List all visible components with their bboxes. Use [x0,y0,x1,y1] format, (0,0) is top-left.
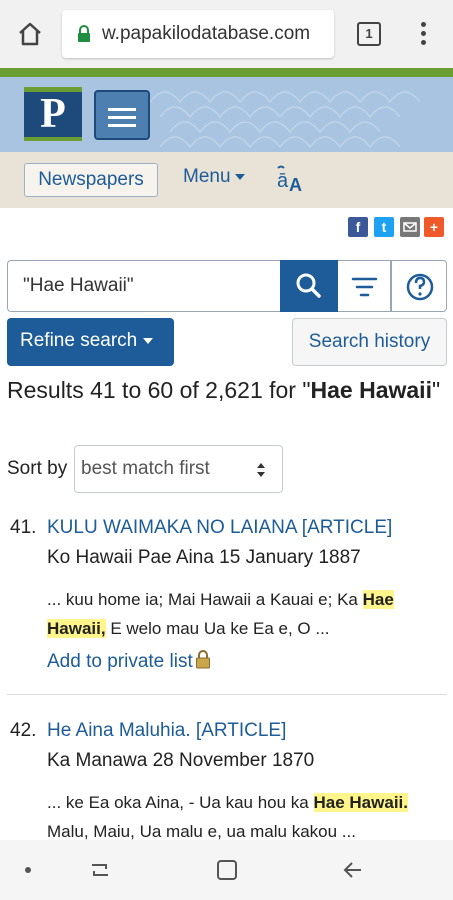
results-heading-prefix: Results 41 to 60 of 2,621 for " [7,377,311,403]
back-icon[interactable] [341,858,365,882]
refine-search-button[interactable]: Refine search [7,318,174,366]
results-heading-term: Hae Hawaii [310,377,432,403]
brand-stripe [0,68,453,77]
result-snippet: ... kuu home ia; Mai Hawaii a Kauai e; K… [47,585,442,643]
sort-selected-value: best match first [81,458,210,479]
home-icon[interactable] [16,20,44,48]
refine-search-label: Refine search [20,330,138,351]
select-arrows-icon [257,463,265,477]
filter-button[interactable] [338,260,391,312]
caret-down-icon [234,173,245,180]
result-title-link[interactable]: He Aina Maluhia. [ARTICLE] [47,720,286,742]
svg-text:A: A [289,175,302,195]
sort-label: Sort by [7,458,68,479]
site-header: P [0,77,453,152]
help-icon [406,273,434,301]
snippet-text: E welo mau Ua ke Ea e, O ... [105,619,330,638]
snippet-text: ... kuu home ia; Mai Hawaii a Kauai e; K… [47,590,363,609]
snippet-text: ... ke Ea oka Aina, - Ua kau hou ka [47,793,314,812]
add-to-private-list-label: Add to private list [47,651,193,672]
search-button[interactable] [280,260,338,312]
sort-select[interactable]: best match first [74,445,283,493]
dot-icon [25,867,31,873]
nav-bar: Newspapers Menu ā A [0,152,453,208]
twitter-icon[interactable]: t [374,217,394,237]
android-nav-bar [0,840,453,900]
padlock-icon [195,650,210,669]
result-source: Ka Manawa 28 November 1870 [47,750,315,771]
results-heading-suffix: " [431,377,441,403]
recent-apps-icon[interactable] [88,858,112,882]
language-icon[interactable]: ā A [275,163,307,195]
snippet-highlight: Hae Hawaii. [313,793,408,812]
result-title-link[interactable]: KULU WAIMAKA NO LAIANA [ARTICLE] [47,517,392,539]
search-history-button[interactable]: Search history [292,318,447,366]
tabs-icon[interactable]: 1 [357,22,381,46]
add-to-private-list-link[interactable]: Add to private list [47,650,211,673]
hamburger-icon[interactable] [94,90,150,140]
browser-toolbar: w.papakilodatabase.com 1 [0,0,453,68]
search-input[interactable] [7,260,280,312]
lock-icon [78,25,90,42]
result-source: Ko Hawaii Pae Aina 15 January 1887 [47,547,361,568]
address-bar[interactable]: w.papakilodatabase.com [62,10,334,58]
divider [7,694,447,695]
search-icon [296,273,321,298]
email-icon[interactable] [400,217,420,237]
home-square-icon[interactable] [215,858,239,882]
facebook-icon[interactable]: f [348,217,368,237]
snippet-text: Malu, Maiu, Ua malu e, ua malu kakou ... [47,822,356,841]
result-number: 41. [10,517,37,538]
result-number: 42. [10,720,37,741]
svg-text:ā: ā [277,170,289,192]
site-logo[interactable]: P [24,87,82,141]
filter-icon [351,277,378,297]
caret-down-icon [143,337,154,344]
url-text: w.papakilodatabase.com [102,23,311,44]
result-snippet: ... ke Ea oka Aina, - Ua kau hou ka Hae … [47,788,442,846]
plus-icon[interactable]: + [424,217,444,237]
help-button[interactable] [391,260,447,312]
menu-dropdown[interactable]: Menu [183,166,245,188]
share-bar: f t + [0,208,453,244]
menu-label: Menu [183,166,231,187]
newspapers-button[interactable]: Newspapers [24,163,158,197]
results-heading: Results 41 to 60 of 2,621 for "Hae Hawai… [7,372,447,409]
kebab-menu-icon[interactable] [418,20,428,48]
